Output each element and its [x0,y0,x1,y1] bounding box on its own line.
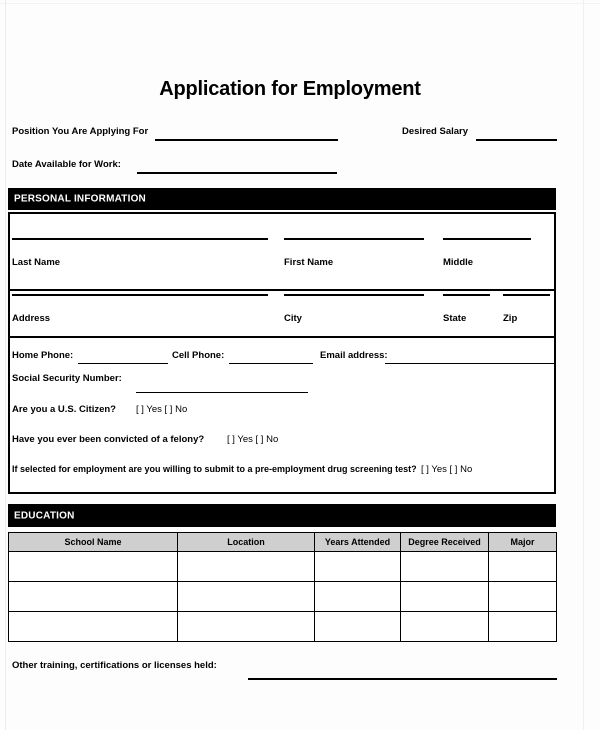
email-address-input[interactable] [385,363,555,364]
last-name-label: Last Name [12,257,61,268]
state-label: State [443,313,467,324]
date-available-label: Date Available for Work: [12,159,121,170]
social-security-number-label: Social Security Number: [12,373,122,384]
cell-major[interactable] [488,551,557,582]
middle-name-input[interactable] [443,238,531,240]
cell-school-name[interactable] [8,551,178,582]
other-training-label: Other training, certifications or licens… [12,660,217,671]
question-felony-options[interactable]: [ ] Yes [ ] No [227,434,278,445]
other-training-input[interactable] [248,678,557,680]
section-header-education-label: EDUCATION [14,510,75,521]
city-label: City [284,313,302,324]
question-felony-label: Have you ever been convicted of a felony… [12,434,205,445]
page-edge-top [0,3,600,4]
email-address-label: Email address: [320,350,388,361]
personal-info-divider-2 [8,336,556,338]
column-header-years-attended: Years Attended [314,532,401,552]
column-header-degree-received: Degree Received [400,532,489,552]
social-security-number-input[interactable] [136,392,308,393]
cell-years-attended[interactable] [314,551,401,582]
position-applying-for-label: Position You Are Applying For [12,126,149,137]
city-input[interactable] [284,294,424,296]
cell-school-name[interactable] [8,611,178,642]
state-input[interactable] [443,294,490,296]
application-form-page: Application for Employment Position You … [0,0,600,730]
column-header-school-name: School Name [8,532,178,552]
zip-label: Zip [503,313,518,324]
position-applying-for-input[interactable] [155,139,338,141]
last-name-input[interactable] [12,238,268,240]
desired-salary-input[interactable] [476,139,557,141]
cell-location[interactable] [177,581,315,612]
section-header-personal-information: PERSONAL INFORMATION [8,188,556,210]
middle-name-label: Middle [443,257,474,268]
education-table: School Name Location Years Attended Degr… [8,532,557,642]
cell-phone-label: Cell Phone: [172,350,225,361]
cell-years-attended[interactable] [314,581,401,612]
personal-info-divider-1 [8,289,556,291]
question-us-citizen-options[interactable]: [ ] Yes [ ] No [136,404,187,415]
table-row [8,611,557,642]
desired-salary-label: Desired Salary [402,126,469,137]
cell-major[interactable] [488,581,557,612]
column-header-location: Location [177,532,315,552]
cell-phone-input[interactable] [229,363,313,364]
education-table-header-row: School Name Location Years Attended Degr… [8,532,557,552]
personal-information-box [8,212,556,494]
section-header-personal-information-label: PERSONAL INFORMATION [14,193,146,205]
table-row [8,551,557,582]
table-row [8,581,557,612]
first-name-input[interactable] [284,238,424,240]
address-input[interactable] [12,294,268,296]
cell-location[interactable] [177,611,315,642]
cell-degree-received[interactable] [400,581,489,612]
cell-years-attended[interactable] [314,611,401,642]
section-header-education: EDUCATION [8,504,556,527]
home-phone-label: Home Phone: [12,350,74,361]
page-edge-left [5,0,6,730]
cell-school-name[interactable] [8,581,178,612]
address-label: Address [12,313,51,324]
question-us-citizen-label: Are you a U.S. Citizen? [12,404,116,415]
page-title: Application for Employment [159,78,421,100]
first-name-label: First Name [284,257,334,268]
question-drug-screening-label: If selected for employment are you willi… [12,464,417,474]
page-edge-right [583,0,584,730]
cell-degree-received[interactable] [400,611,489,642]
question-drug-screening-options[interactable]: [ ] Yes [ ] No [421,464,472,475]
column-header-major: Major [488,532,557,552]
cell-degree-received[interactable] [400,551,489,582]
zip-input[interactable] [503,294,550,296]
cell-major[interactable] [488,611,557,642]
cell-location[interactable] [177,551,315,582]
home-phone-input[interactable] [78,363,168,364]
date-available-input[interactable] [137,172,337,174]
